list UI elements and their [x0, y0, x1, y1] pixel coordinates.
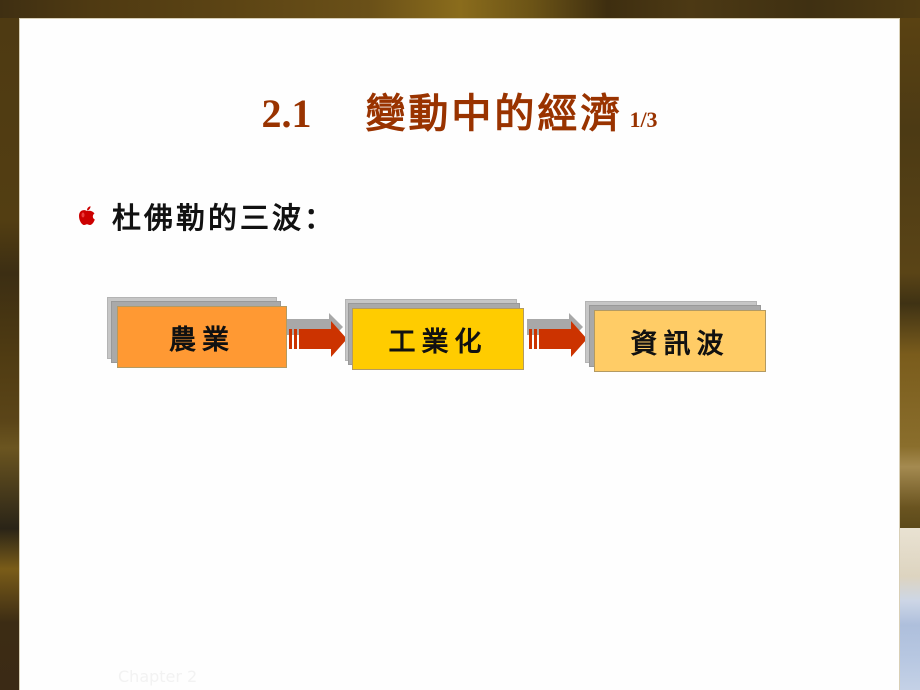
bullet-item: 杜佛勒的三波：: [76, 195, 336, 237]
bullet-text: 杜佛勒的三波：: [112, 201, 337, 235]
flow-step-box: 工業化: [352, 308, 524, 370]
background-photo-corner: [900, 528, 920, 690]
flow-step-box: 資訊波: [594, 310, 766, 372]
arrow-right-icon: [287, 313, 347, 357]
background-right-frame: [900, 18, 920, 528]
title-text: 變動中的經濟: [365, 90, 624, 137]
flow-step-label: 農業: [169, 324, 235, 356]
flow-step-label: 資訊波: [630, 328, 730, 360]
section-number: 2.1: [261, 91, 312, 136]
flow-step-label: 工業化: [388, 326, 488, 358]
page-indicator: 1/3: [629, 107, 658, 132]
flow-step-box: 農業: [117, 306, 287, 368]
slide-footer: Chapter 2: [118, 667, 198, 686]
background-left-frame: [0, 18, 19, 690]
slide-canvas: 2.1 變動中的經濟 1/3 杜佛勒的三波： 農業 工業化 資訊波: [19, 18, 900, 690]
apple-icon: [79, 206, 95, 225]
arrow-right-icon: [527, 313, 587, 357]
slide-title: 2.1 變動中的經濟 1/3: [20, 81, 899, 139]
